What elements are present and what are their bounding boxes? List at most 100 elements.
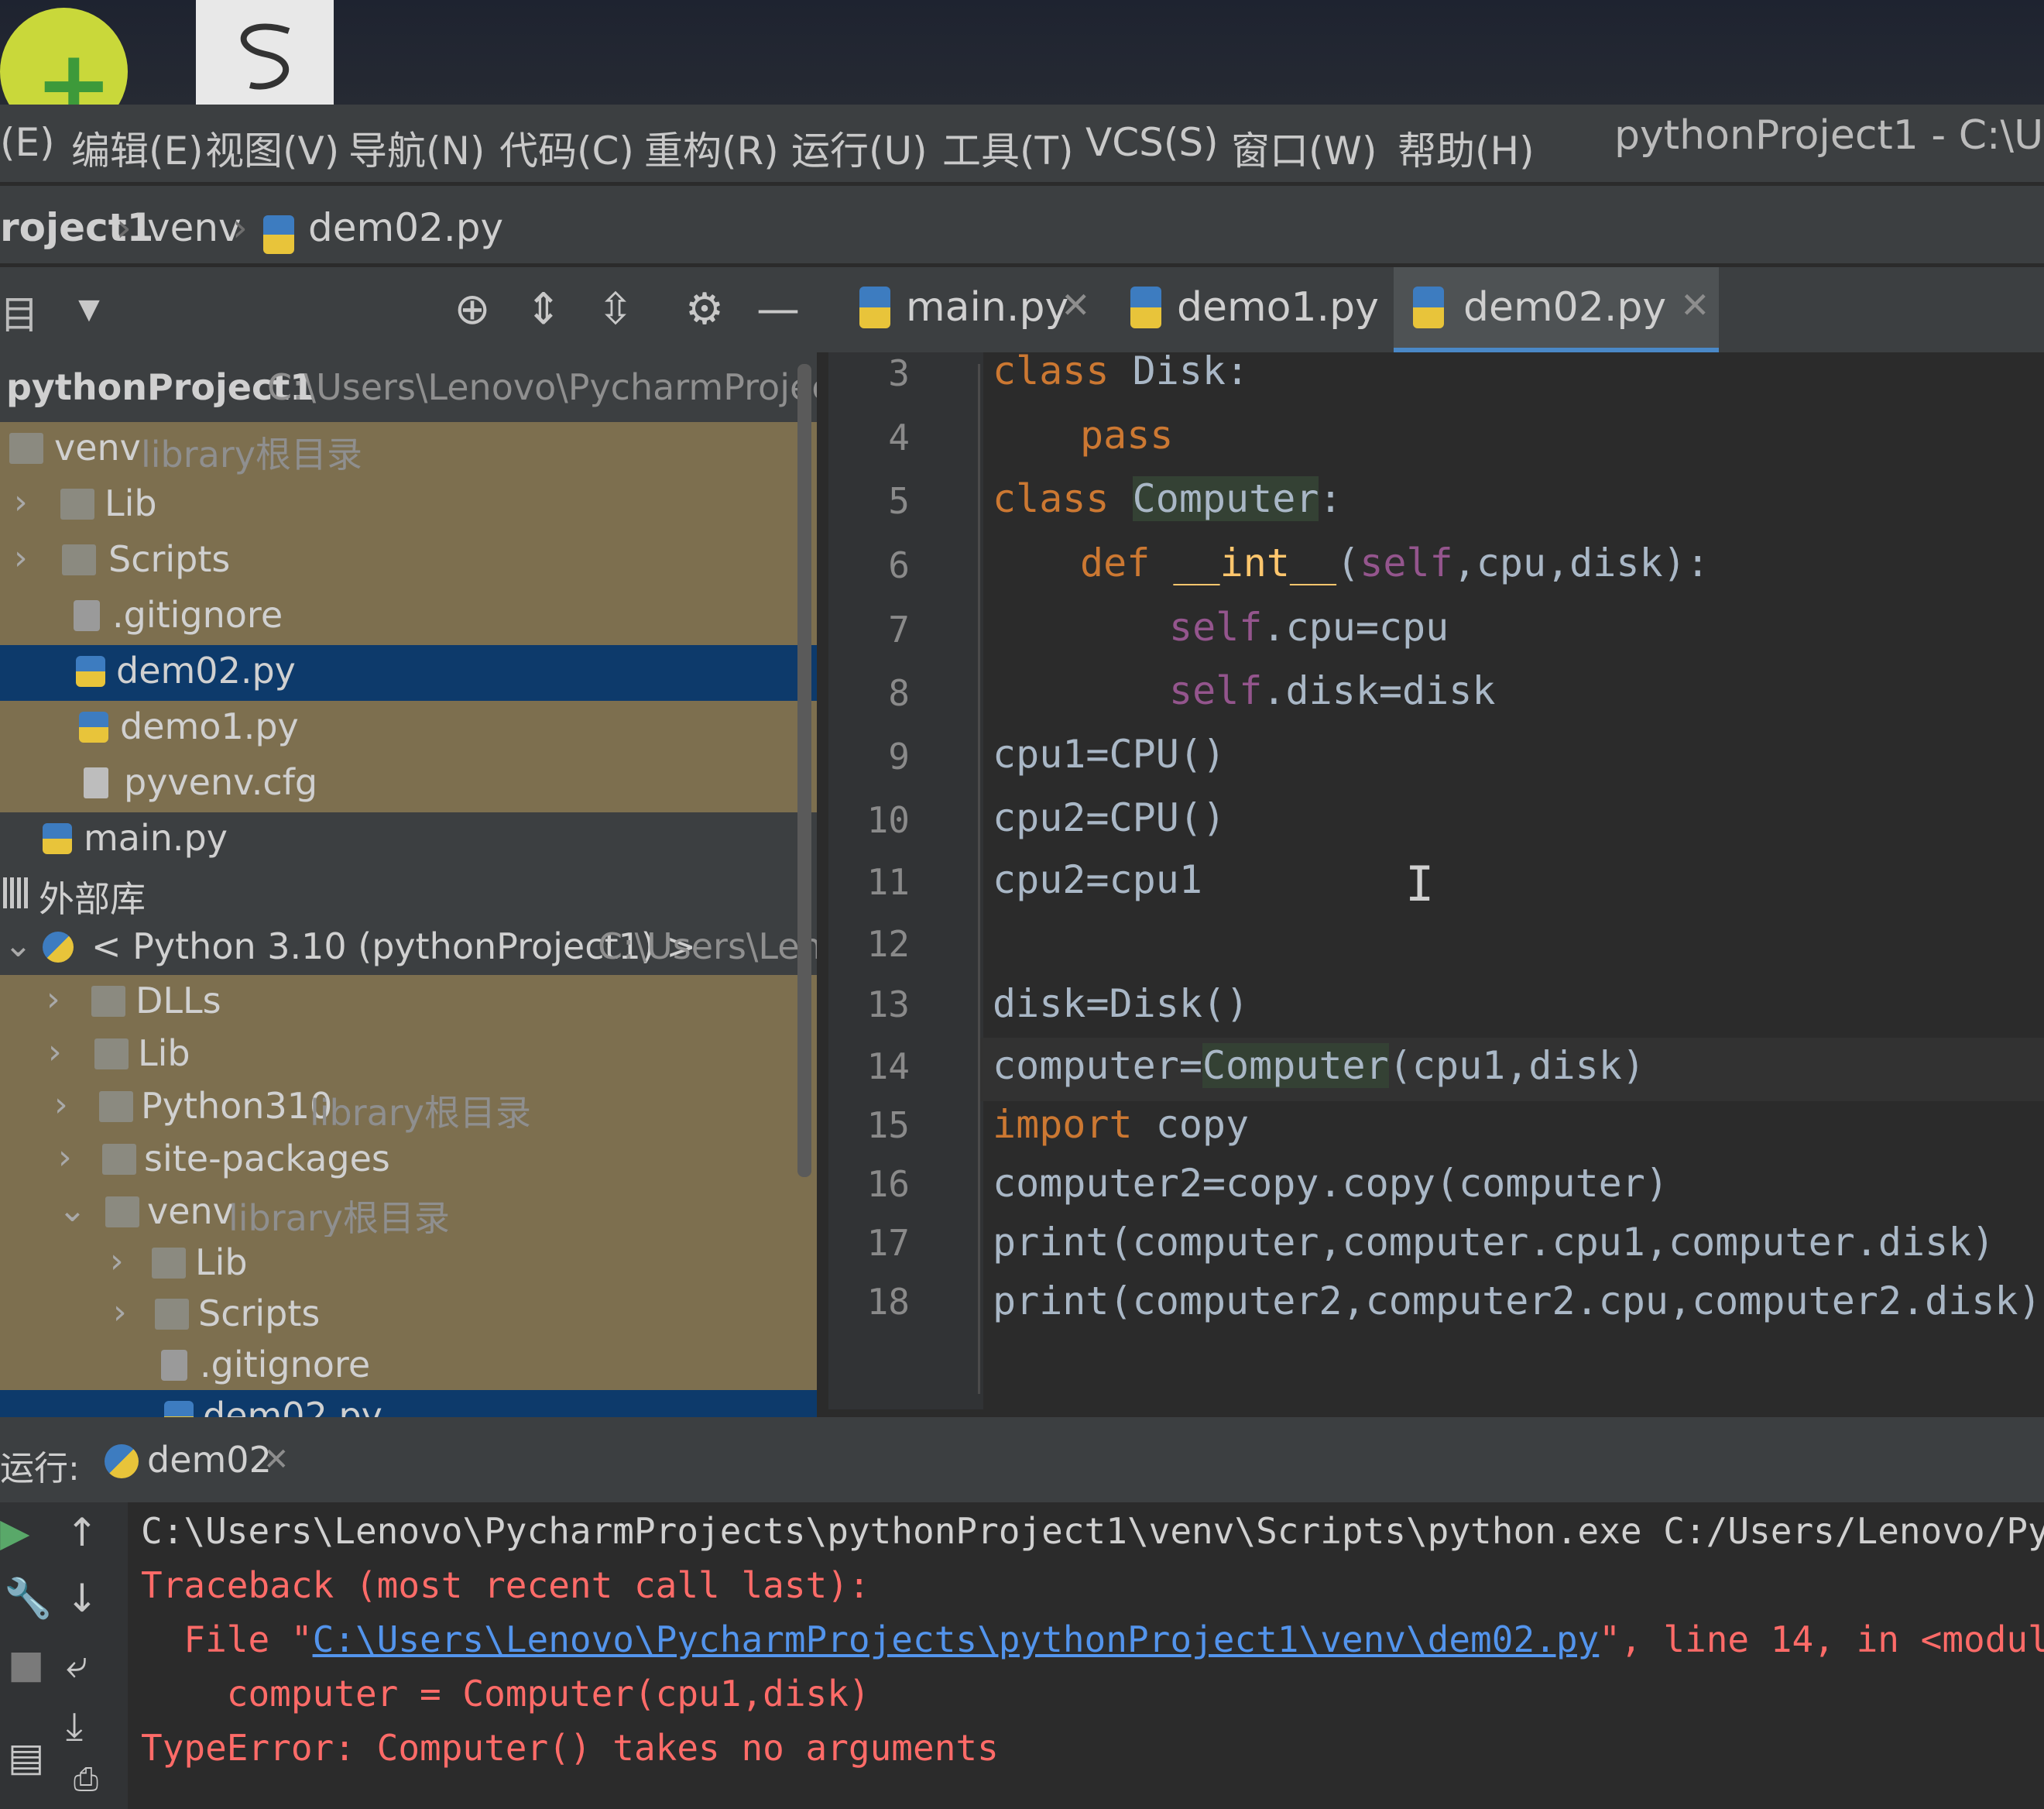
breadcrumb-file[interactable]: dem02.py [308,205,503,250]
python-file-icon [79,712,108,743]
project-scrollbar[interactable] [797,364,811,1177]
python-file-icon [1413,287,1444,328]
tree-item-venv[interactable]: ⌄ venv library根目录 [0,1186,817,1241]
code-line[interactable]: cpu1=CPU() [993,732,1226,777]
python-file-icon [43,823,72,854]
code-line[interactable]: computer=Computer(cpu1,disk) [993,1043,1645,1088]
tree-item-python-sdk[interactable]: ⌄ < Python 3.10 (pythonProject1) > C:\Us… [0,921,817,977]
arrow-up-icon[interactable]: ↑ [66,1510,98,1555]
line-number: 17 [866,1222,910,1264]
tab-dem02-py[interactable]: dem02.py ✕ [1394,267,1719,354]
tab-main-py[interactable]: main.py ✕ [844,267,1107,348]
collapse-all-icon[interactable]: ⇳ [592,287,639,333]
tree-item-main-py[interactable]: main.py [0,812,817,868]
tab-demo1-py[interactable]: demo1.py ✕ [1115,267,1440,348]
menu-navigate[interactable]: 导航(N) [348,120,485,176]
code-text: copy [1132,1102,1250,1147]
code-line[interactable]: cpu2=CPU() [993,795,1226,840]
console-file-link[interactable]: C:\Users\Lenovo\PycharmProjects\pythonPr… [313,1618,1600,1660]
chevron-right-icon[interactable]: › [54,1085,68,1124]
line-number: 4 [888,417,910,458]
hide-panel-icon[interactable]: — [755,287,801,333]
tree-item-scripts[interactable]: › Scripts [0,1288,817,1344]
menu-refactor[interactable]: 重构(R) [644,120,779,176]
code-line[interactable]: class Disk: [993,348,1249,393]
chevron-right-icon[interactable]: › [46,980,60,1019]
code-line[interactable]: disk=Disk() [993,981,1249,1026]
code-line[interactable]: self.cpu=cpu [1169,605,1449,650]
close-icon[interactable]: ✕ [263,1442,290,1478]
tree-item-venv[interactable]: venv library根目录 [0,422,817,478]
project-root[interactable]: pythonProject1 C:\Users\Lenovo\PycharmPr… [0,362,817,417]
menu-view[interactable]: 视图(V) [205,120,339,176]
code-line[interactable]: print(computer,computer.cpu1,computer.di… [993,1220,1994,1265]
wrench-icon[interactable]: 🔧 [4,1576,52,1622]
tree-item-python310[interactable]: › Python310 library根目录 [0,1080,817,1136]
code-line[interactable]: self.disk=disk [1169,668,1495,713]
tree-item-gitignore[interactable]: .gitignore [0,1339,817,1395]
layout-icon[interactable]: ▤ [8,1735,44,1780]
tree-item-site-packages[interactable]: › site-packages [0,1133,817,1189]
tree-item-demo1-py[interactable]: demo1.py [0,701,817,757]
chevron-down-icon[interactable]: ⌄ [4,925,33,965]
menu-run[interactable]: 运行(U) [791,120,928,176]
chevron-right-icon[interactable]: › [48,1032,62,1072]
tree-item-dem02-py[interactable]: dem02.py [0,645,817,701]
function-name: __int__ [1173,541,1337,585]
line-number: 12 [866,923,910,965]
line-number: 15 [866,1104,910,1146]
code-line[interactable]: cpu2=cpu1 [993,857,1202,902]
python-icon [105,1444,139,1478]
code-line[interactable]: computer2=copy.copy(computer) [993,1161,1668,1206]
menu-edit[interactable]: 编辑(E) [71,120,204,176]
close-icon[interactable]: ✕ [1680,284,1710,326]
scroll-to-end-icon[interactable]: ⤓ [66,1704,83,1749]
run-tab-dem02[interactable]: dem02 ✕ [74,1417,314,1509]
play-icon[interactable]: ▶ [0,1510,29,1555]
tree-item-label: pyvenv.cfg [124,761,318,803]
project-view-label[interactable]: 目 [0,284,39,340]
tree-item-lib[interactable]: › Lib [0,1237,817,1292]
code-line[interactable]: def __int__(self,cpu,disk): [1080,541,1710,585]
locate-file-icon[interactable]: ⊕ [449,287,496,333]
menu-file[interactable]: (E) [0,120,55,165]
chevron-right-icon[interactable]: › [14,538,28,578]
expand-all-icon[interactable]: ⇕ [520,287,567,333]
folder-icon [155,1299,189,1330]
python-file-icon [76,656,105,687]
chevron-right-icon[interactable]: › [58,1138,72,1177]
chevron-down-icon[interactable]: ▼ [66,287,112,333]
tree-item-dlls[interactable]: › DLLs [0,975,817,1031]
console-text: File " [141,1618,313,1660]
chevron-right-icon[interactable]: › [110,1241,124,1281]
stop-icon[interactable]: ■ [8,1642,44,1687]
code-line[interactable]: import copy [993,1102,1249,1147]
print-icon[interactable]: ⎙ [74,1762,98,1797]
chevron-right-icon[interactable]: › [113,1292,127,1332]
menu-vcs[interactable]: VCS(S) [1085,120,1219,165]
chevron-down-icon[interactable]: ⌄ [58,1190,87,1230]
code-line[interactable]: pass [1080,413,1173,458]
gear-icon[interactable]: ⚙ [681,287,728,333]
breadcrumb-folder[interactable]: venv [147,205,242,250]
menu-code[interactable]: 代码(C) [499,120,634,176]
code-line[interactable]: print(computer2,computer2.cpu,computer2.… [993,1279,2042,1323]
tree-item-lib[interactable]: › Lib [0,1028,817,1083]
notes-app-icon[interactable] [196,0,334,108]
arrow-down-icon[interactable]: ↓ [66,1576,98,1621]
tree-item-scripts[interactable]: › Scripts [0,534,817,589]
library-icon [3,877,31,908]
code-line[interactable]: class Computer: [993,476,1343,521]
tree-item-pyvenv-cfg[interactable]: pyvenv.cfg [0,757,817,812]
tree-item-lib[interactable]: › Lib [0,478,817,534]
tree-item-external-libraries[interactable]: 外部库 [0,867,817,922]
folder-icon [102,1144,136,1175]
menu-help[interactable]: 帮助(H) [1398,120,1535,176]
chevron-right-icon[interactable]: › [14,482,28,522]
tree-item-gitignore[interactable]: .gitignore [0,589,817,645]
soft-wrap-icon[interactable]: ⤶ [66,1642,87,1687]
close-icon[interactable]: ✕ [1061,284,1091,326]
menu-tools[interactable]: 工具(T) [942,120,1074,176]
menu-window[interactable]: 窗口(W) [1231,120,1377,176]
line-number: 10 [866,799,910,841]
